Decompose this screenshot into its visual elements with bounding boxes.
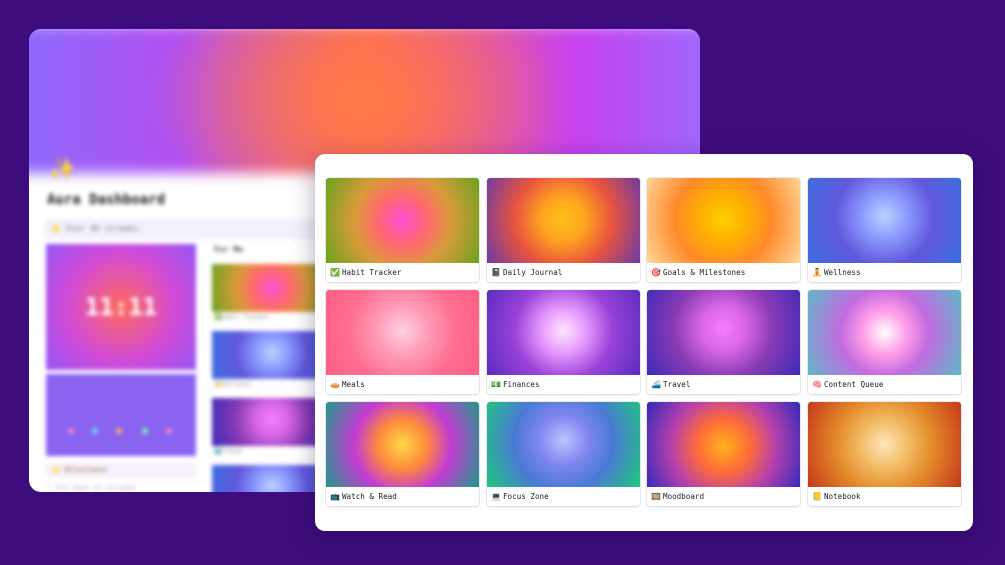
- pie-icon: 🥧: [330, 380, 340, 389]
- card-cover: [808, 178, 961, 263]
- gallery-card-focus-zone[interactable]: 💻 Focus Zone: [487, 402, 640, 506]
- sparkles-icon: ✨: [49, 157, 77, 182]
- card-cover: [487, 290, 640, 375]
- card-label: 🎞️ Moodboard: [647, 487, 800, 506]
- target-icon: 🎯: [651, 268, 661, 277]
- card-cover: [326, 178, 479, 263]
- gallery-card-watch-read[interactable]: 📺 Watch & Read: [326, 402, 479, 506]
- calendar-dot: [142, 428, 148, 434]
- card-label: 💵 Finances: [487, 375, 640, 394]
- card-cover: [808, 402, 961, 487]
- thumb-label: ✅Habit Tracker: [214, 314, 269, 321]
- card-title: Goals & Milestones: [662, 268, 746, 277]
- card-title: Content Queue: [823, 380, 884, 389]
- calendar-dot: [116, 428, 122, 434]
- card-label: 🧠 Content Queue: [808, 375, 961, 394]
- brain-icon: 🧠: [812, 380, 822, 389]
- laptop-icon: 💻: [491, 492, 501, 501]
- milestones-header: ⭐ Milestones: [46, 462, 196, 478]
- calendar-dot: [92, 428, 98, 434]
- thumb-label: 🌍Travel: [214, 448, 244, 455]
- train-icon: 🚄: [651, 380, 661, 389]
- card-cover: [487, 402, 640, 487]
- calendar-dot: [166, 428, 172, 434]
- card-label: 🥧 Meals: [326, 375, 479, 394]
- card-cover: [326, 402, 479, 487]
- check-icon: ✅: [330, 268, 340, 277]
- calendar-widget: [46, 374, 196, 456]
- card-cover: [326, 290, 479, 375]
- card-title: Watch & Read: [341, 492, 397, 501]
- card-label: 🎯 Goals & Milestones: [647, 263, 800, 282]
- card-title: Meals: [341, 380, 365, 389]
- card-cover: [647, 178, 800, 263]
- card-label: 📒 Notebook: [808, 487, 961, 506]
- milestones-item: • 111 days of streaks: [47, 484, 136, 492]
- gallery-card-notebook[interactable]: 📒 Notebook: [808, 402, 961, 506]
- gallery-card-goals-milestones[interactable]: 🎯 Goals & Milestones: [647, 178, 800, 282]
- thumb-wellness: [212, 331, 332, 379]
- card-label: 🚄 Travel: [647, 375, 800, 394]
- thumb-extra: [212, 465, 332, 492]
- card-title: Wellness: [823, 268, 861, 277]
- card-cover: [808, 290, 961, 375]
- card-cover: [647, 402, 800, 487]
- gallery-card-travel[interactable]: 🚄 Travel: [647, 290, 800, 394]
- calendar-dot: [68, 428, 74, 434]
- card-title: Focus Zone: [502, 492, 549, 501]
- quote-callout: ⭐ Over 40 streaks: [45, 219, 335, 239]
- gallery-window: ✅ Habit Tracker 📓 Daily Journal 🎯 Goals & M…: [315, 154, 973, 531]
- money-icon: 💵: [491, 380, 501, 389]
- gallery-card-finances[interactable]: 💵 Finances: [487, 290, 640, 394]
- gallery-card-moodboard[interactable]: 🎞️ Moodboard: [647, 402, 800, 506]
- card-label: ✅ Habit Tracker: [326, 263, 479, 282]
- gallery-card-content-queue[interactable]: 🧠 Content Queue: [808, 290, 961, 394]
- gallery-card-meals[interactable]: 🥧 Meals: [326, 290, 479, 394]
- thumb-label: 🧘Wellness: [214, 381, 251, 388]
- card-label: 📺 Watch & Read: [326, 487, 479, 506]
- thumb-travel: [212, 398, 332, 446]
- gallery-card-daily-journal[interactable]: 📓 Daily Journal: [487, 178, 640, 282]
- tv-icon: 📺: [330, 492, 340, 501]
- gallery-card-wellness[interactable]: 🧘 Wellness: [808, 178, 961, 282]
- thumb-habit: [212, 264, 332, 312]
- card-title: Notebook: [823, 492, 861, 501]
- page-title: Aura Dashboard: [47, 192, 166, 208]
- ledger-icon: 📒: [812, 492, 822, 501]
- card-label: 💻 Focus Zone: [487, 487, 640, 506]
- for-me-heading: For Me: [214, 245, 243, 254]
- gallery-card-habit-tracker[interactable]: ✅ Habit Tracker: [326, 178, 479, 282]
- card-title: Daily Journal: [502, 268, 563, 277]
- card-title: Finances: [502, 380, 540, 389]
- card-label: 🧘 Wellness: [808, 263, 961, 282]
- card-title: Travel: [662, 380, 691, 389]
- card-title: Moodboard: [662, 492, 705, 501]
- card-title: Habit Tracker: [341, 268, 402, 277]
- card-cover: [647, 290, 800, 375]
- meditation-icon: 🧘: [812, 268, 822, 277]
- card-cover: [487, 178, 640, 263]
- clock-widget: 11:11: [46, 244, 196, 370]
- notebook-icon: 📓: [491, 268, 501, 277]
- card-label: 📓 Daily Journal: [487, 263, 640, 282]
- film-icon: 🎞️: [651, 492, 661, 501]
